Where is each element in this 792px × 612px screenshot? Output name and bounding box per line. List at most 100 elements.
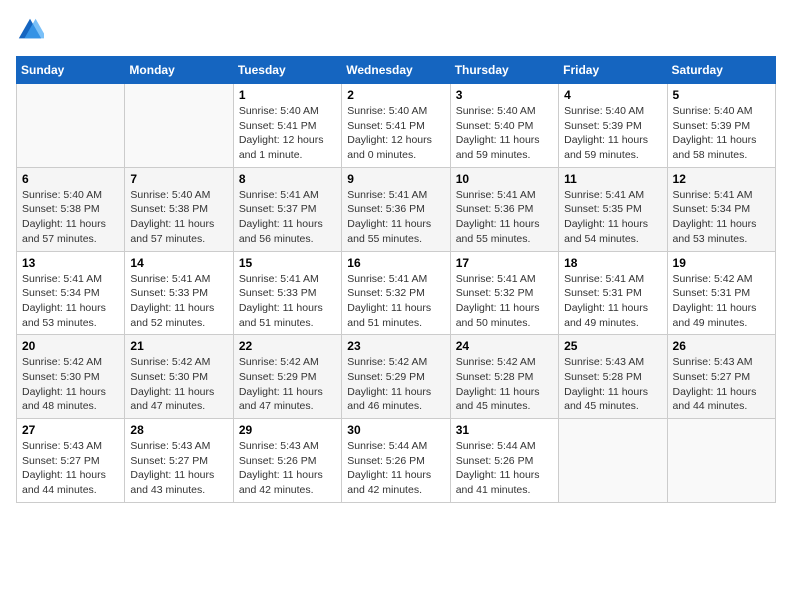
calendar-cell xyxy=(559,419,667,503)
day-number: 19 xyxy=(673,256,770,270)
day-number: 2 xyxy=(347,88,444,102)
calendar-cell: 7 Sunrise: 5:40 AMSunset: 5:38 PMDaylight… xyxy=(125,167,233,251)
calendar-header-saturday: Saturday xyxy=(667,57,775,84)
calendar-cell: 18 Sunrise: 5:41 AMSunset: 5:31 PMDayligh… xyxy=(559,251,667,335)
calendar-header-thursday: Thursday xyxy=(450,57,558,84)
calendar-week-row: 1 Sunrise: 5:40 AMSunset: 5:41 PMDaylight… xyxy=(17,84,776,168)
calendar-cell: 11 Sunrise: 5:41 AMSunset: 5:35 PMDayligh… xyxy=(559,167,667,251)
calendar-cell: 8 Sunrise: 5:41 AMSunset: 5:37 PMDaylight… xyxy=(233,167,341,251)
day-info: Sunrise: 5:42 AMSunset: 5:29 PMDaylight:… xyxy=(239,355,336,414)
calendar-week-row: 6 Sunrise: 5:40 AMSunset: 5:38 PMDaylight… xyxy=(17,167,776,251)
day-info: Sunrise: 5:40 AMSunset: 5:38 PMDaylight:… xyxy=(130,188,227,247)
day-number: 27 xyxy=(22,423,119,437)
calendar-header-friday: Friday xyxy=(559,57,667,84)
calendar-cell: 13 Sunrise: 5:41 AMSunset: 5:34 PMDayligh… xyxy=(17,251,125,335)
day-number: 11 xyxy=(564,172,661,186)
day-info: Sunrise: 5:41 AMSunset: 5:33 PMDaylight:… xyxy=(239,272,336,331)
day-info: Sunrise: 5:41 AMSunset: 5:36 PMDaylight:… xyxy=(347,188,444,247)
calendar-header-tuesday: Tuesday xyxy=(233,57,341,84)
day-number: 25 xyxy=(564,339,661,353)
calendar-header-sunday: Sunday xyxy=(17,57,125,84)
day-info: Sunrise: 5:43 AMSunset: 5:27 PMDaylight:… xyxy=(22,439,119,498)
calendar-cell: 1 Sunrise: 5:40 AMSunset: 5:41 PMDaylight… xyxy=(233,84,341,168)
page-header xyxy=(16,16,776,44)
day-info: Sunrise: 5:41 AMSunset: 5:34 PMDaylight:… xyxy=(673,188,770,247)
day-number: 17 xyxy=(456,256,553,270)
calendar-cell: 29 Sunrise: 5:43 AMSunset: 5:26 PMDayligh… xyxy=(233,419,341,503)
calendar-week-row: 13 Sunrise: 5:41 AMSunset: 5:34 PMDayligh… xyxy=(17,251,776,335)
calendar-cell: 4 Sunrise: 5:40 AMSunset: 5:39 PMDaylight… xyxy=(559,84,667,168)
calendar-cell: 22Sunrise: 5:42 AMSunset: 5:29 PMDayligh… xyxy=(233,335,341,419)
calendar-cell: 17Sunrise: 5:41 AMSunset: 5:32 PMDayligh… xyxy=(450,251,558,335)
day-info: Sunrise: 5:41 AMSunset: 5:31 PMDaylight:… xyxy=(564,272,661,331)
day-number: 24 xyxy=(456,339,553,353)
day-info: Sunrise: 5:44 AMSunset: 5:26 PMDaylight:… xyxy=(347,439,444,498)
day-number: 14 xyxy=(130,256,227,270)
calendar-cell: 20 Sunrise: 5:42 AMSunset: 5:30 PMDayligh… xyxy=(17,335,125,419)
day-info: Sunrise: 5:43 AMSunset: 5:27 PMDaylight:… xyxy=(673,355,770,414)
calendar-cell: 24 Sunrise: 5:42 AMSunset: 5:28 PMDayligh… xyxy=(450,335,558,419)
day-info: Sunrise: 5:41 AMSunset: 5:34 PMDaylight:… xyxy=(22,272,119,331)
day-number: 20 xyxy=(22,339,119,353)
day-info: Sunrise: 5:40 AMSunset: 5:39 PMDaylight:… xyxy=(564,104,661,163)
calendar-cell: 23Sunrise: 5:42 AMSunset: 5:29 PMDayligh… xyxy=(342,335,450,419)
calendar-week-row: 20 Sunrise: 5:42 AMSunset: 5:30 PMDayligh… xyxy=(17,335,776,419)
day-number: 6 xyxy=(22,172,119,186)
calendar-cell: 30 Sunrise: 5:44 AMSunset: 5:26 PMDayligh… xyxy=(342,419,450,503)
calendar-cell: 5 Sunrise: 5:40 AMSunset: 5:39 PMDaylight… xyxy=(667,84,775,168)
day-number: 16 xyxy=(347,256,444,270)
calendar-cell: 16Sunrise: 5:41 AMSunset: 5:32 PMDayligh… xyxy=(342,251,450,335)
day-number: 4 xyxy=(564,88,661,102)
calendar-table: SundayMondayTuesdayWednesdayThursdayFrid… xyxy=(16,56,776,503)
calendar-cell: 10Sunrise: 5:41 AMSunset: 5:36 PMDayligh… xyxy=(450,167,558,251)
day-info: Sunrise: 5:41 AMSunset: 5:33 PMDaylight:… xyxy=(130,272,227,331)
day-info: Sunrise: 5:40 AMSunset: 5:41 PMDaylight:… xyxy=(239,104,336,163)
calendar-cell: 14 Sunrise: 5:41 AMSunset: 5:33 PMDayligh… xyxy=(125,251,233,335)
day-info: Sunrise: 5:41 AMSunset: 5:37 PMDaylight:… xyxy=(239,188,336,247)
calendar-cell xyxy=(667,419,775,503)
calendar-cell: 26Sunrise: 5:43 AMSunset: 5:27 PMDayligh… xyxy=(667,335,775,419)
day-info: Sunrise: 5:41 AMSunset: 5:36 PMDaylight:… xyxy=(456,188,553,247)
calendar-header-monday: Monday xyxy=(125,57,233,84)
calendar-cell: 28 Sunrise: 5:43 AMSunset: 5:27 PMDayligh… xyxy=(125,419,233,503)
calendar-cell: 31Sunrise: 5:44 AMSunset: 5:26 PMDayligh… xyxy=(450,419,558,503)
day-number: 13 xyxy=(22,256,119,270)
calendar-header-wednesday: Wednesday xyxy=(342,57,450,84)
calendar-cell: 3 Sunrise: 5:40 AMSunset: 5:40 PMDaylight… xyxy=(450,84,558,168)
day-info: Sunrise: 5:40 AMSunset: 5:39 PMDaylight:… xyxy=(673,104,770,163)
day-info: Sunrise: 5:42 AMSunset: 5:31 PMDaylight:… xyxy=(673,272,770,331)
day-info: Sunrise: 5:41 AMSunset: 5:35 PMDaylight:… xyxy=(564,188,661,247)
day-info: Sunrise: 5:43 AMSunset: 5:28 PMDaylight:… xyxy=(564,355,661,414)
day-info: Sunrise: 5:42 AMSunset: 5:28 PMDaylight:… xyxy=(456,355,553,414)
day-info: Sunrise: 5:43 AMSunset: 5:27 PMDaylight:… xyxy=(130,439,227,498)
day-number: 29 xyxy=(239,423,336,437)
day-number: 8 xyxy=(239,172,336,186)
day-number: 5 xyxy=(673,88,770,102)
calendar-cell xyxy=(17,84,125,168)
calendar-cell: 25 Sunrise: 5:43 AMSunset: 5:28 PMDayligh… xyxy=(559,335,667,419)
calendar-cell: 27 Sunrise: 5:43 AMSunset: 5:27 PMDayligh… xyxy=(17,419,125,503)
day-info: Sunrise: 5:42 AMSunset: 5:30 PMDaylight:… xyxy=(22,355,119,414)
day-number: 15 xyxy=(239,256,336,270)
day-number: 3 xyxy=(456,88,553,102)
day-number: 30 xyxy=(347,423,444,437)
day-info: Sunrise: 5:40 AMSunset: 5:38 PMDaylight:… xyxy=(22,188,119,247)
day-number: 1 xyxy=(239,88,336,102)
day-number: 21 xyxy=(130,339,227,353)
calendar-cell: 9 Sunrise: 5:41 AMSunset: 5:36 PMDaylight… xyxy=(342,167,450,251)
day-info: Sunrise: 5:44 AMSunset: 5:26 PMDaylight:… xyxy=(456,439,553,498)
day-number: 28 xyxy=(130,423,227,437)
logo-icon xyxy=(16,16,44,44)
day-number: 18 xyxy=(564,256,661,270)
calendar-cell xyxy=(125,84,233,168)
calendar-cell: 12Sunrise: 5:41 AMSunset: 5:34 PMDayligh… xyxy=(667,167,775,251)
calendar-header-row: SundayMondayTuesdayWednesdayThursdayFrid… xyxy=(17,57,776,84)
day-number: 7 xyxy=(130,172,227,186)
day-info: Sunrise: 5:40 AMSunset: 5:41 PMDaylight:… xyxy=(347,104,444,163)
day-info: Sunrise: 5:43 AMSunset: 5:26 PMDaylight:… xyxy=(239,439,336,498)
calendar-week-row: 27 Sunrise: 5:43 AMSunset: 5:27 PMDayligh… xyxy=(17,419,776,503)
day-info: Sunrise: 5:40 AMSunset: 5:40 PMDaylight:… xyxy=(456,104,553,163)
calendar-cell: 19 Sunrise: 5:42 AMSunset: 5:31 PMDayligh… xyxy=(667,251,775,335)
day-info: Sunrise: 5:42 AMSunset: 5:30 PMDaylight:… xyxy=(130,355,227,414)
day-number: 9 xyxy=(347,172,444,186)
